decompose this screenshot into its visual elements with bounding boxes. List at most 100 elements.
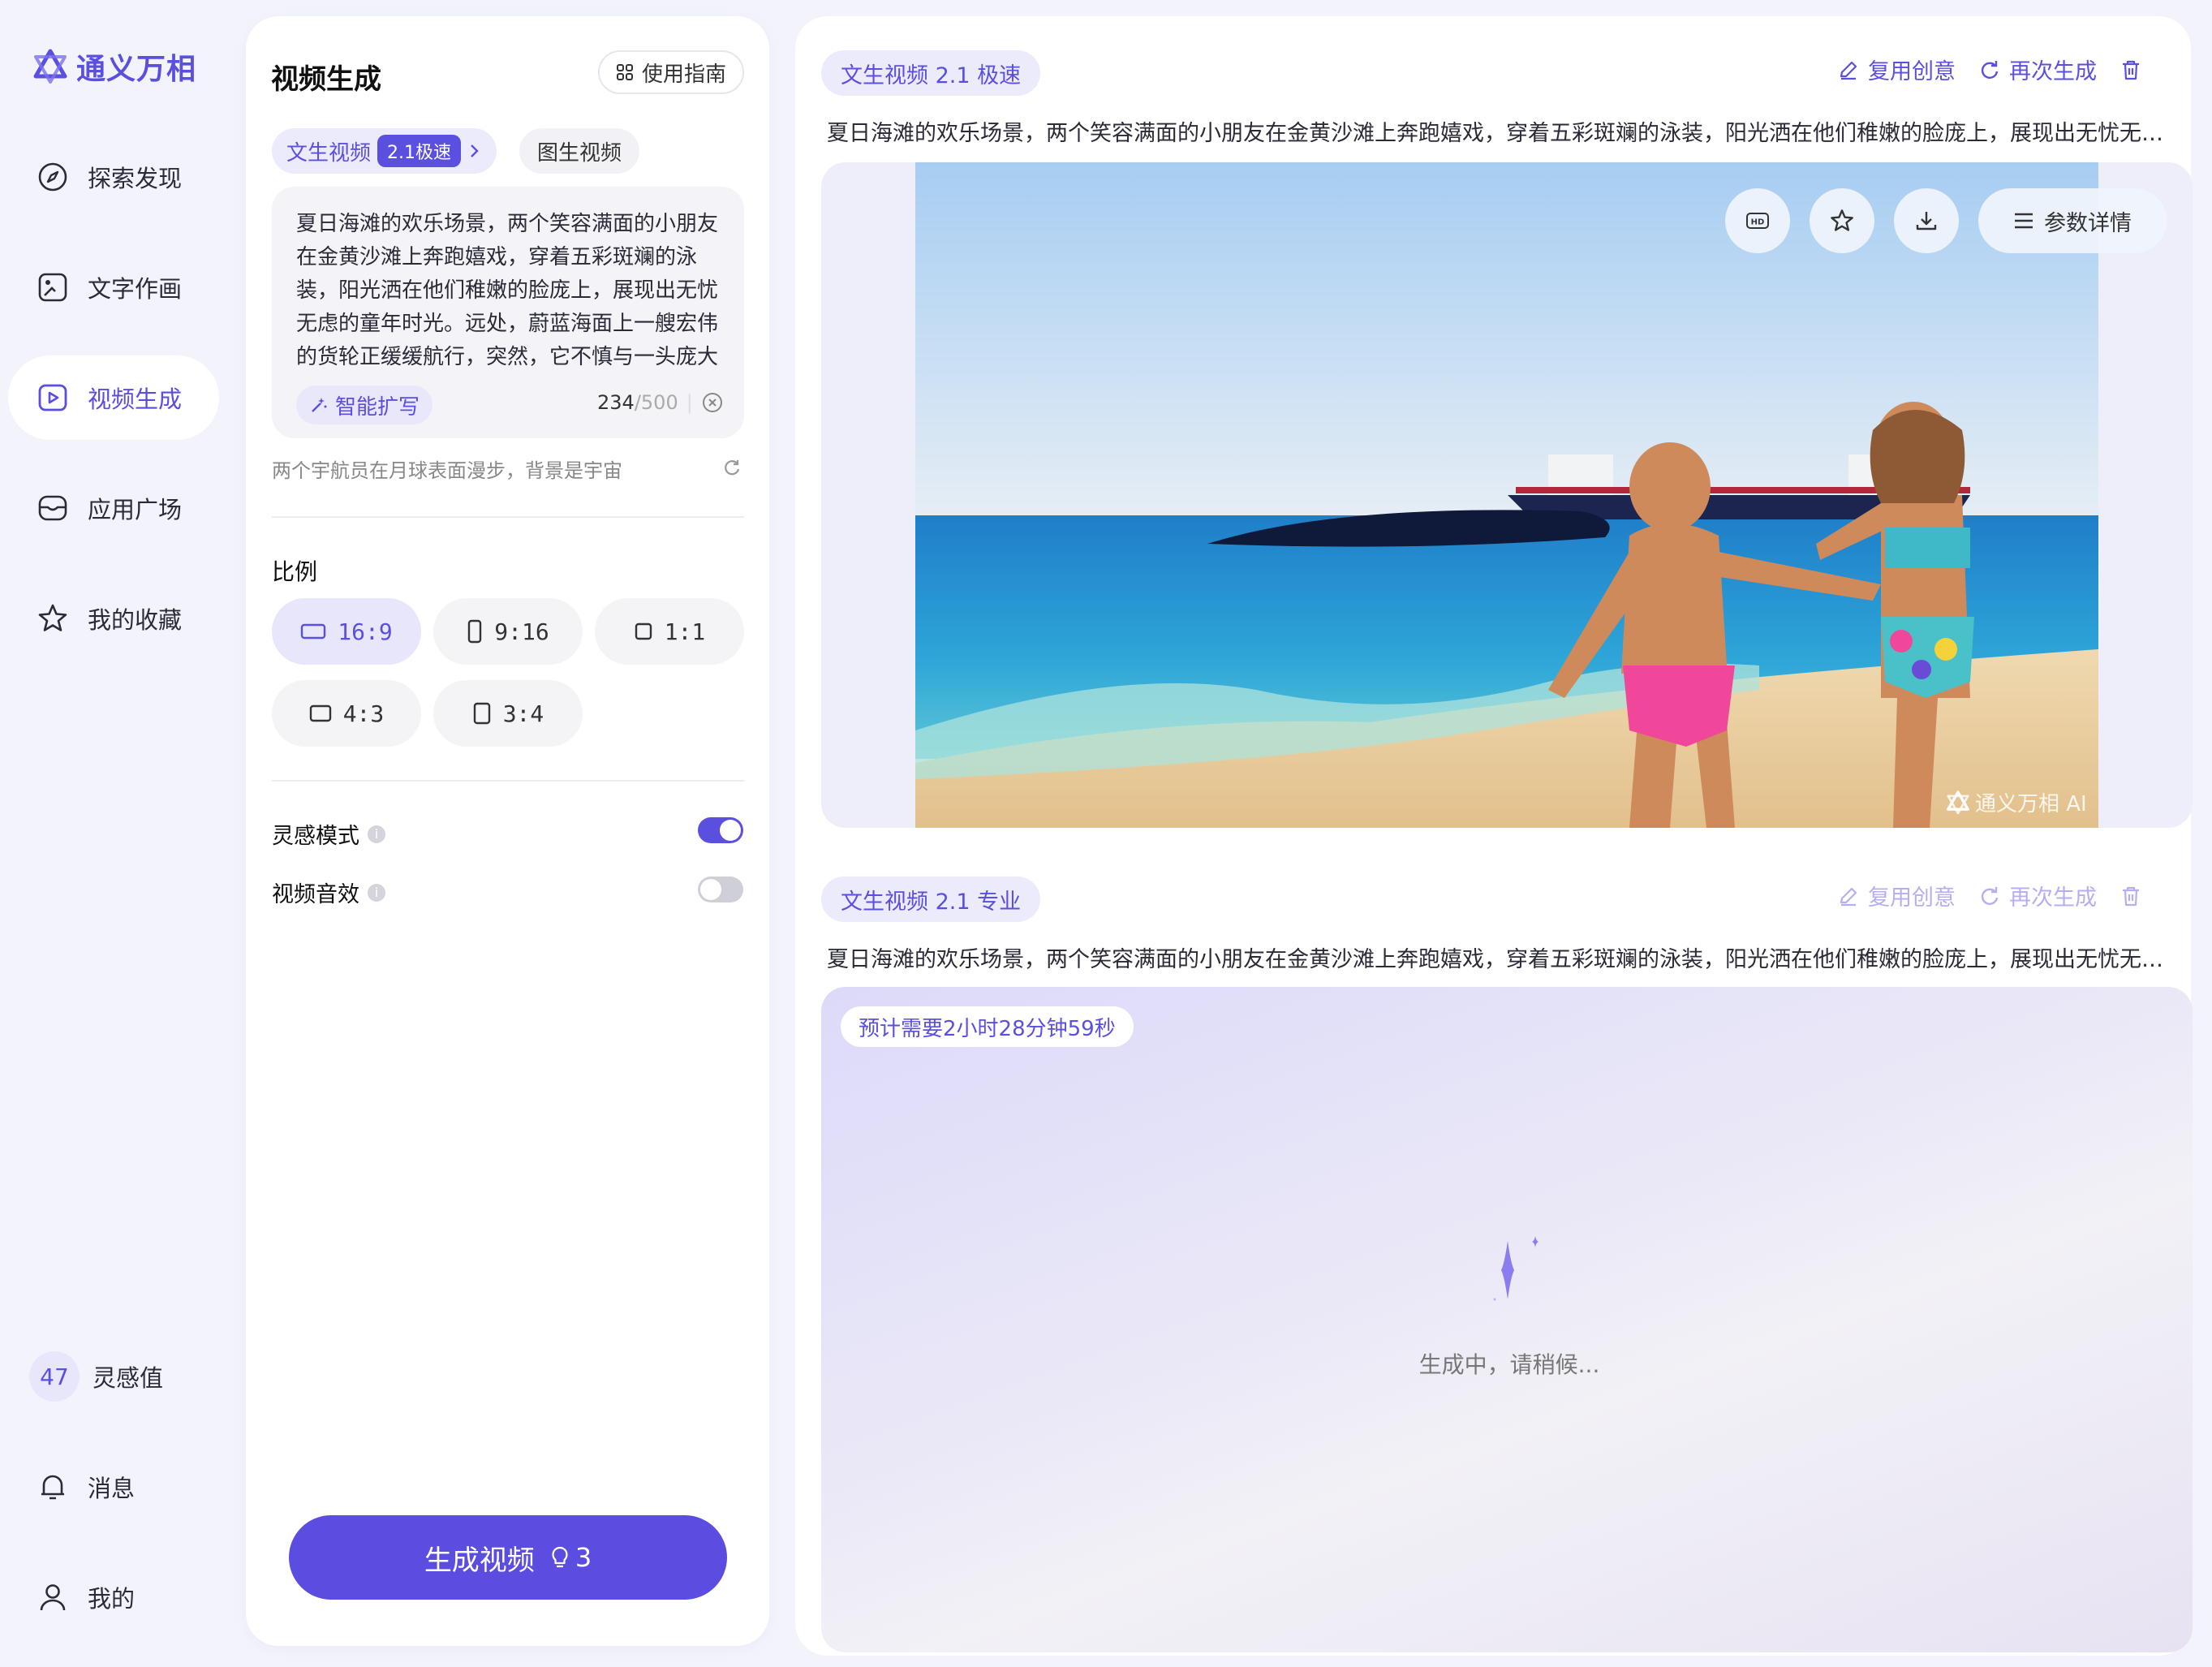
grid-icon xyxy=(617,64,633,80)
info-icon[interactable]: i xyxy=(368,825,385,843)
user-icon xyxy=(40,1584,66,1611)
sidebar-item-text-to-image[interactable]: 文字作画 xyxy=(8,245,219,330)
inspiration-count: 47 xyxy=(29,1351,80,1402)
reuse-idea-button[interactable]: 复用创意 xyxy=(1837,880,1956,911)
inspiration-mode-toggle[interactable] xyxy=(698,817,743,843)
redo-icon xyxy=(1981,60,1999,79)
trash-icon[interactable] xyxy=(2119,885,2142,907)
menu-icon xyxy=(2015,213,2033,229)
divider xyxy=(272,516,744,518)
video-sound-toggle[interactable] xyxy=(698,877,743,902)
video-icon xyxy=(38,384,67,411)
logo-icon xyxy=(1947,790,1969,814)
svg-text:HD: HD xyxy=(1751,218,1765,227)
hd-button[interactable]: HD xyxy=(1725,188,1790,253)
square-icon xyxy=(635,622,652,640)
result-model-tag: 文生视频 2.1 极速 xyxy=(821,50,1041,96)
tab-label: 文生视频 xyxy=(286,140,372,166)
sidebar-item-messages[interactable]: 消息 xyxy=(8,1445,219,1529)
reuse-idea-button[interactable]: 复用创意 xyxy=(1837,54,1956,85)
ratio-value: 4:3 xyxy=(342,700,385,727)
generating-card xyxy=(821,987,2193,1652)
inspiration-points[interactable]: 47 灵感值 xyxy=(29,1351,163,1402)
sidebar-item-favorites[interactable]: 我的收藏 xyxy=(8,576,219,661)
tab-label: 图生视频 xyxy=(537,140,622,166)
ratio-value: 1:1 xyxy=(664,618,706,645)
landscape-icon xyxy=(309,704,331,722)
lightbulb-icon xyxy=(552,1546,568,1568)
video-sound-label: 视频音效 xyxy=(272,882,359,907)
panel-title: 视频生成 xyxy=(271,63,381,96)
portrait-icon xyxy=(468,619,482,644)
prompt-suggestion[interactable]: 两个宇航员在月球表面漫步，背景是宇宙 xyxy=(272,454,622,483)
star-icon xyxy=(1831,209,1853,231)
magic-wand-icon xyxy=(312,398,327,412)
ratio-4-3[interactable]: 4:3 xyxy=(272,680,421,747)
ratio-value: 9:16 xyxy=(494,618,549,645)
ratio-16-9[interactable]: 16:9 xyxy=(272,598,421,665)
sidebar-item-label: 探索发现 xyxy=(88,165,183,192)
beach-scene-image xyxy=(915,162,2098,828)
star-icon xyxy=(38,604,67,631)
ratio-9-16[interactable]: 9:16 xyxy=(433,598,583,665)
guide-button[interactable]: 使用指南 xyxy=(598,50,745,94)
result-description: 夏日海滩的欢乐场景，两个笑容满面的小朋友在金黄沙滩上奔跑嬉戏，穿着五彩斑斓的泳装… xyxy=(827,947,2177,972)
video-preview-thumbnail[interactable] xyxy=(915,162,2098,828)
result-description: 夏日海滩的欢乐场景，两个笑容满面的小朋友在金黄沙滩上奔跑嬉戏，穿着五彩斑斓的泳装… xyxy=(827,121,2177,146)
sidebar-item-video-generation[interactable]: 视频生成 xyxy=(8,355,219,440)
eta-badge: 预计需要2小时28分钟59秒 xyxy=(841,1006,1134,1047)
clear-icon[interactable] xyxy=(701,391,724,414)
tab-text-to-video[interactable]: 文生视频 2.1极速 xyxy=(272,128,497,174)
generate-label: 生成视频 xyxy=(424,1544,535,1577)
bell-icon xyxy=(41,1475,64,1500)
char-limit: /500 xyxy=(634,391,678,414)
ratio-3-4[interactable]: 3:4 xyxy=(433,680,583,747)
sidebar-item-label: 消息 xyxy=(88,1475,136,1502)
divider xyxy=(272,780,744,782)
inspiration-label: 灵感值 xyxy=(93,1364,164,1392)
ratio-value: 3:4 xyxy=(502,700,544,727)
prompt-textarea[interactable]: 夏日海滩的欢乐场景，两个笑容满面的小朋友在金黄沙滩上奔跑嬉戏，穿着五彩斑斓的泳装… xyxy=(296,208,723,375)
sidebar-item-profile[interactable]: 我的 xyxy=(8,1555,219,1639)
parameter-details-button[interactable]: 参数详情 xyxy=(1978,188,2167,253)
trash-icon[interactable] xyxy=(2119,58,2142,81)
hd-icon: HD xyxy=(1746,213,1769,229)
model-badge: 2.1极速 xyxy=(377,135,462,167)
char-counter: 234/500 | xyxy=(597,391,724,414)
regenerate-button[interactable]: 再次生成 xyxy=(1978,880,2097,911)
inspiration-mode-label: 灵感模式 xyxy=(272,824,359,849)
inspiration-mode-row: 灵感模式 i xyxy=(272,818,385,850)
guide-label: 使用指南 xyxy=(642,62,727,87)
portrait-icon xyxy=(473,702,490,725)
sidebar-item-explore[interactable]: 探索发现 xyxy=(8,135,219,219)
regenerate-button[interactable]: 再次生成 xyxy=(1978,54,2097,85)
edit-icon xyxy=(1840,887,1857,906)
app-name: 通义万相 xyxy=(76,53,197,86)
info-icon[interactable]: i xyxy=(368,883,385,902)
sidebar-item-label: 应用广场 xyxy=(88,496,183,523)
download-button[interactable] xyxy=(1894,188,1959,253)
chevron-right-icon xyxy=(471,144,479,157)
favorite-button[interactable] xyxy=(1810,188,1874,253)
sidebar-item-label: 文字作画 xyxy=(88,275,183,303)
video-sound-row: 视频音效 i xyxy=(272,877,385,908)
generate-video-button[interactable]: 生成视频 3 xyxy=(289,1515,727,1600)
ratio-label: 比例 xyxy=(272,558,318,585)
tab-image-to-video[interactable]: 图生视频 xyxy=(519,128,640,174)
char-count: 234 xyxy=(597,391,635,414)
refresh-icon[interactable] xyxy=(722,458,742,477)
logo-icon xyxy=(33,49,67,84)
sparkle-icon xyxy=(1493,1236,1539,1301)
watermark: 通义万相 AI xyxy=(1946,787,2087,817)
compass-icon xyxy=(38,162,67,192)
generate-cost: 3 xyxy=(549,1542,592,1573)
smart-expand-button[interactable]: 智能扩写 xyxy=(296,386,433,424)
result-actions: 复用创意 再次生成 xyxy=(1837,54,2142,85)
sidebar-item-label: 我的 xyxy=(88,1585,136,1613)
result-model-tag: 文生视频 2.1 专业 xyxy=(821,877,1041,922)
app-logo[interactable]: 通义万相 xyxy=(32,45,196,88)
result-actions: 复用创意 再次生成 xyxy=(1837,880,2142,911)
ratio-1-1[interactable]: 1:1 xyxy=(595,598,744,665)
sidebar-item-app-plaza[interactable]: 应用广场 xyxy=(8,466,219,550)
generating-status: 生成中，请稍候... xyxy=(1418,1351,1600,1378)
